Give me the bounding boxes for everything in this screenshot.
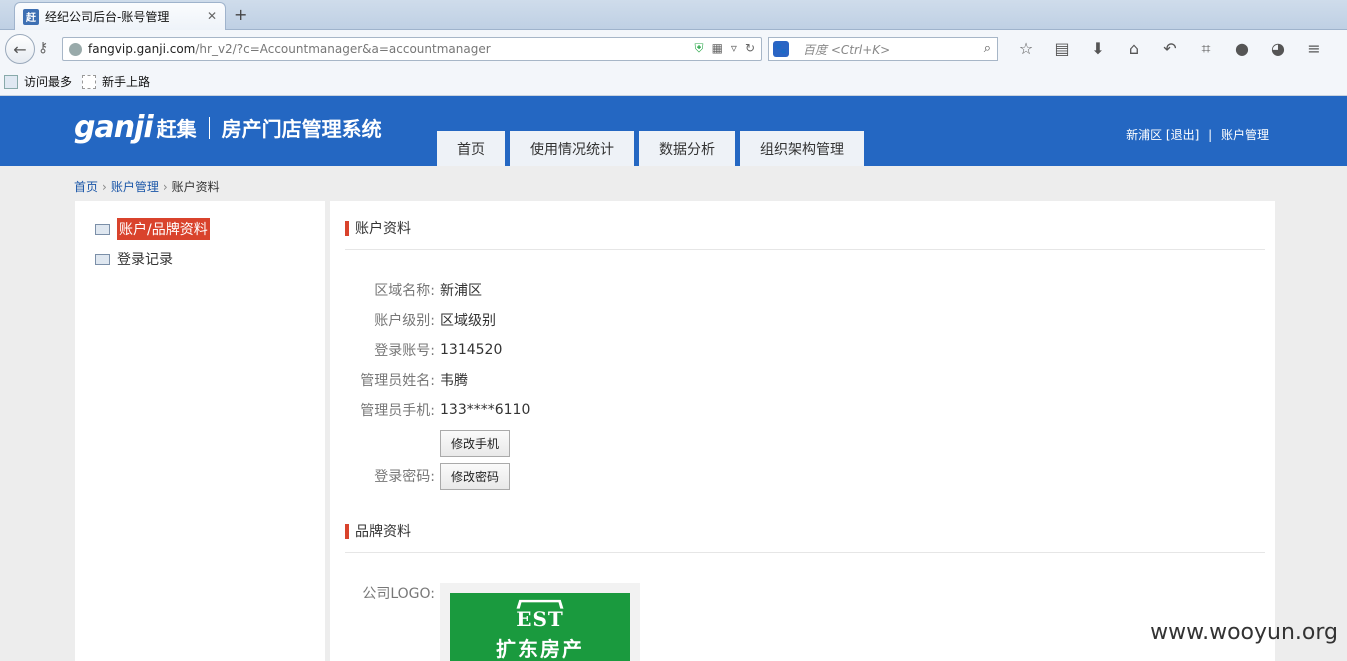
field-admin-phone: 管理员手机: 133****6110 (330, 400, 730, 420)
system-name: 房产门店管理系统 (221, 117, 382, 141)
field-value: 韦腾 (440, 373, 468, 389)
sidebar: 账户/品牌资料 登录记录 (75, 201, 325, 661)
sidebar-item-label: 账户/品牌资料 (117, 218, 210, 240)
baidu-paw-icon[interactable]: 🐾 (773, 41, 789, 57)
dropdown-arrow-icon[interactable]: ▿ (731, 41, 737, 56)
nav-tab-home[interactable]: 首页 (437, 131, 505, 166)
site-header: ganji 赶集 房产门店管理系统 首页 使用情况统计 数据分析 组织架构管理 … (0, 96, 1347, 166)
bookmark-star-icon[interactable]: ☆ (1008, 39, 1044, 59)
brand-section-title: 品牌资料 (345, 521, 411, 541)
section-divider (345, 552, 1265, 553)
browser-toolbar: ☆ ▤ ⬇ ⌂ ↶ ⌗ ● ◕ ≡ (1008, 39, 1332, 59)
breadcrumb-home[interactable]: 首页 (74, 180, 98, 194)
change-phone-button[interactable]: 修改手机 (440, 430, 510, 457)
tab-title: 经纪公司后台-账号管理 (45, 10, 170, 24)
field-account-level: 账户级别: 区域级别 (330, 310, 730, 330)
qr-code-icon[interactable]: ▦ (712, 41, 723, 56)
browser-tab[interactable]: 赶 经纪公司后台-账号管理 ✕ (14, 2, 226, 30)
bookmarks-bar: 访问最多 新手上路 (0, 68, 1347, 96)
browser-nav-bar: ← ⚷ fangvip.ganji.com/hr_v2/?c=Accountma… (0, 30, 1347, 68)
field-label: 账户级别: (374, 313, 435, 329)
browser-tab-bar: 赶 经纪公司后台-账号管理 ✕ + (0, 0, 1347, 30)
shield-icon[interactable]: ⛨ (695, 41, 704, 56)
user-region: 新浦区 (1126, 128, 1163, 142)
menu-icon[interactable]: ≡ (1296, 39, 1332, 59)
nav-tab-org-management[interactable]: 组织架构管理 (740, 131, 864, 166)
home-icon[interactable]: ⌂ (1116, 39, 1152, 59)
login-icon (95, 253, 110, 265)
reload-icon[interactable]: ↻ (745, 41, 755, 56)
download-icon[interactable]: ⬇ (1080, 39, 1116, 59)
back-button[interactable]: ← (5, 34, 35, 64)
change-password-button[interactable]: 修改密码 (440, 463, 510, 490)
watermark: www.wooyun.org (1150, 620, 1338, 645)
key-icon[interactable]: ⚷ (38, 40, 48, 56)
new-tab-icon[interactable]: + (234, 5, 247, 24)
search-placeholder: 百度 <Ctrl+K> (803, 42, 891, 57)
nav-tab-data-analysis[interactable]: 数据分析 (639, 131, 735, 166)
account-management-link[interactable]: 账户管理 (1221, 128, 1269, 142)
id-card-icon (95, 223, 110, 235)
search-icon[interactable]: ⌕ (984, 41, 991, 56)
sidebar-item-account-brand[interactable]: 账户/品牌资料 (95, 218, 210, 240)
chevron-right-icon: › (102, 180, 107, 194)
site-favicon-icon: 赶 (23, 8, 39, 25)
breadcrumb-current: 账户资料 (171, 180, 220, 194)
undo-icon[interactable]: ↶ (1152, 39, 1188, 59)
field-value: 133****6110 (440, 402, 531, 418)
main-nav: 首页 使用情况统计 数据分析 组织架构管理 (437, 131, 869, 166)
field-login-account: 登录账号: 1314520 (330, 340, 730, 360)
url-text: fangvip.ganji.com/hr_v2/?c=Accountmanage… (88, 42, 491, 56)
company-logo-image: EST 扩东房产 (450, 593, 630, 661)
bookmark-most-visited[interactable]: 访问最多 (4, 73, 72, 90)
field-label: 公司LOGO: (362, 586, 435, 602)
logo-mark-text: EST (516, 607, 564, 631)
nav-tab-usage-stats[interactable]: 使用情况统计 (510, 131, 634, 166)
field-label: 管理员手机: (360, 403, 435, 419)
breadcrumb: 首页 › 账户管理 › 账户资料 (74, 178, 220, 195)
sidebar-item-login-records[interactable]: 登录记录 (95, 249, 173, 269)
house-roof-icon (516, 599, 564, 609)
field-value: 1314520 (440, 342, 503, 358)
field-login-password: 登录密码: (330, 466, 730, 486)
field-label: 区域名称: (374, 283, 435, 299)
field-label: 登录密码: (374, 469, 435, 485)
logo-company-name: 扩东房产 (496, 637, 584, 661)
url-tools: ⛨ ▦ ▿ ↻ (695, 41, 755, 56)
sidebar-item-label: 登录记录 (117, 252, 173, 268)
field-value: 新浦区 (440, 283, 482, 299)
account-icon[interactable]: ◕ (1260, 39, 1296, 59)
field-label: 登录账号: (374, 343, 435, 359)
ganji-logo[interactable]: ganji 赶集 房产门店管理系统 (74, 110, 382, 145)
company-logo-frame: EST 扩东房产 (440, 583, 640, 661)
header-divider: | (1208, 128, 1213, 142)
account-section-title: 账户资料 (345, 218, 411, 238)
address-bar[interactable]: fangvip.ganji.com/hr_v2/?c=Accountmanage… (62, 37, 762, 61)
logout-link[interactable]: [退出] (1166, 128, 1199, 142)
logo-wordmark: ganji (74, 110, 154, 145)
close-tab-icon[interactable]: ✕ (207, 9, 217, 23)
search-box[interactable]: 🐾 百度 <Ctrl+K> ⌕ (768, 37, 998, 61)
logo-divider (208, 116, 210, 139)
field-value: 区域级别 (440, 313, 496, 329)
field-admin-name: 管理员姓名: 韦腾 (330, 370, 730, 390)
chevron-right-icon: › (162, 180, 168, 194)
bookmark-getting-started[interactable]: 新手上路 (82, 73, 150, 90)
section-divider (345, 249, 1265, 250)
chat-icon[interactable]: ● (1224, 39, 1260, 59)
bookmark-page-icon (82, 74, 97, 89)
field-label: 管理员姓名: (360, 373, 435, 389)
main-panel: 账户资料 区域名称: 新浦区 账户级别: 区域级别 登录账号: 1314520 … (330, 201, 1275, 661)
logo-chinese: 赶集 (156, 117, 197, 141)
header-user-area: 新浦区 [退出] | 账户管理 (1126, 126, 1269, 143)
reading-list-icon[interactable]: ▤ (1044, 39, 1080, 59)
bookmark-folder-icon (4, 74, 18, 89)
breadcrumb-account-management[interactable]: 账户管理 (111, 180, 159, 194)
field-region: 区域名称: 新浦区 (330, 280, 730, 300)
crop-icon[interactable]: ⌗ (1188, 39, 1224, 59)
globe-icon (69, 42, 82, 56)
